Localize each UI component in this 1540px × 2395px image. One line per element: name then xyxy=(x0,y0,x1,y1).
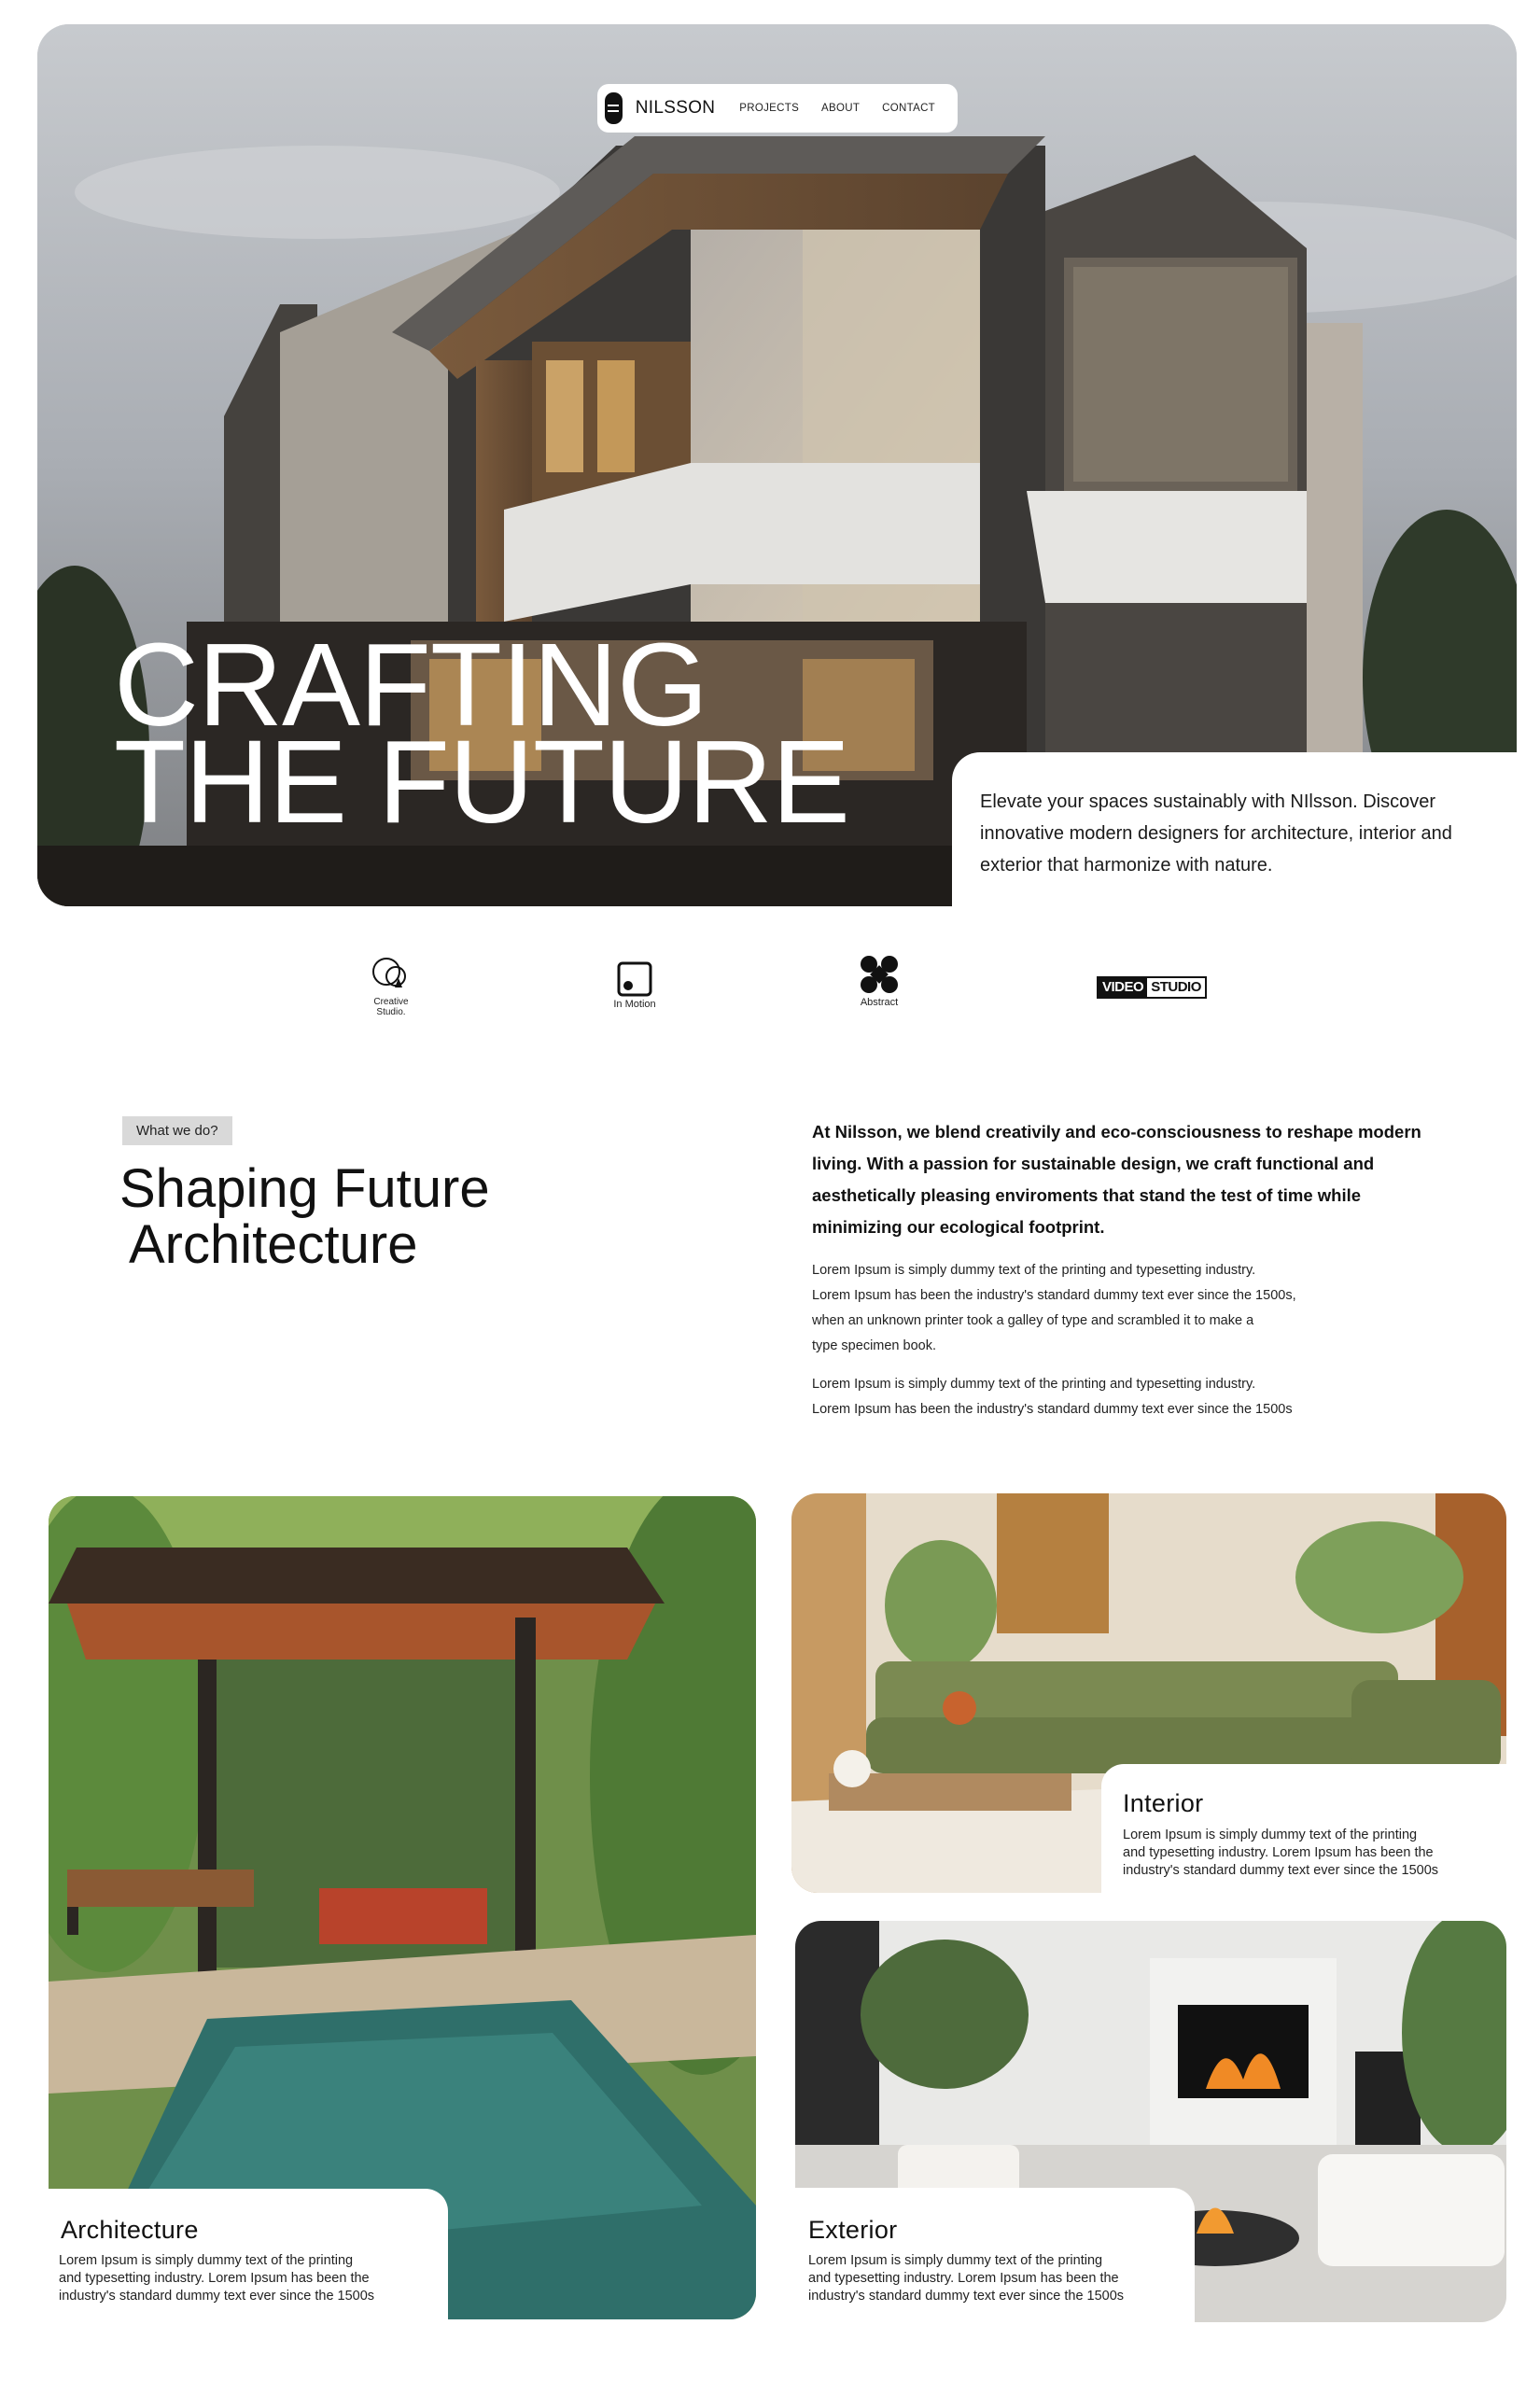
about-intro: At Nilsson, we blend creativily and eco-… xyxy=(812,1122,1421,1237)
partner-label: Studio. xyxy=(376,1007,406,1017)
text-line: Lorem Ipsum has been the industry's stan… xyxy=(812,1402,1293,1417)
partner-video-studio: VIDEO STUDIO xyxy=(1097,976,1207,999)
heading-line-2: Architecture xyxy=(129,1214,418,1275)
text-line: and typesetting industry. Lorem Ipsum ha… xyxy=(808,2271,1119,2286)
interior-title[interactable]: Interior xyxy=(1123,1789,1203,1818)
about-paragraph-2: Lorem Ipsum is simply dummy text of the … xyxy=(812,1372,1409,1422)
architecture-title[interactable]: Architecture xyxy=(61,2216,199,2245)
nav-link-projects[interactable]: PROJECTS xyxy=(739,103,799,114)
section-heading: Shaping Future Architecture xyxy=(119,1161,490,1273)
studio-logo-part: STUDIO xyxy=(1151,979,1201,995)
text-line: Lorem Ipsum has been the industry's stan… xyxy=(812,1288,1296,1303)
exterior-title[interactable]: Exterior xyxy=(808,2216,897,2245)
menu-logo-icon[interactable] xyxy=(605,92,623,124)
text-line: and typesetting industry. Lorem Ipsum ha… xyxy=(1123,1845,1434,1860)
heading-line-1: Shaping Future xyxy=(119,1158,490,1219)
hero-title: CRAFTING THE FUTURE xyxy=(114,626,850,847)
about-paragraph-1: Lorem Ipsum is simply dummy text of the … xyxy=(812,1258,1409,1359)
text-line: Lorem Ipsum is simply dummy text of the … xyxy=(808,2253,1103,2268)
hero-description: Elevate your spaces sustainably with NIl… xyxy=(980,791,1452,875)
hero-title-line-2: THE FUTURE xyxy=(114,716,850,847)
brand-name[interactable]: NILSSON xyxy=(636,98,716,119)
partner-in-motion: In Motion xyxy=(605,961,665,1010)
text-line: when an unknown printer took a galley of… xyxy=(812,1313,1254,1328)
text-line: industry's standard dummy text ever sinc… xyxy=(808,2289,1125,2304)
video-logo-part: VIDEO xyxy=(1099,978,1148,997)
nav-link-about[interactable]: ABOUT xyxy=(821,103,860,114)
interior-text: Lorem Ipsum is simply dummy text of the … xyxy=(1123,1827,1496,1880)
text-line: Lorem Ipsum is simply dummy text of the … xyxy=(812,1263,1256,1278)
section-tag: What we do? xyxy=(122,1116,232,1145)
in-motion-logo-icon xyxy=(617,961,652,997)
text-line: and typesetting industry. Lorem Ipsum ha… xyxy=(59,2271,370,2286)
nav-link-contact[interactable]: CONTACT xyxy=(882,103,935,114)
architecture-text: Lorem Ipsum is simply dummy text of the … xyxy=(59,2252,432,2305)
text-line: Lorem Ipsum is simply dummy text of the … xyxy=(1123,1828,1418,1842)
hero-section: NILSSON PROJECTS ABOUT CONTACT CRAFTING … xyxy=(37,24,1517,906)
top-navigation-bar: NILSSON PROJECTS ABOUT CONTACT xyxy=(597,84,958,133)
text-line: industry's standard dummy text ever sinc… xyxy=(59,2289,375,2304)
partner-creative-studio: Creative Studio. xyxy=(366,956,416,1017)
partner-label: In Motion xyxy=(613,999,656,1010)
text-line: Lorem Ipsum is simply dummy text of the … xyxy=(59,2253,354,2268)
partner-abstract: Abstract xyxy=(849,954,909,1008)
exterior-text: Lorem Ipsum is simply dummy text of the … xyxy=(808,2252,1182,2305)
creative-studio-logo-icon xyxy=(372,958,406,987)
abstract-logo-icon xyxy=(861,956,898,993)
partner-label: Creative xyxy=(373,997,409,1007)
partner-label: Abstract xyxy=(860,997,899,1008)
text-line: type specimen book. xyxy=(812,1338,936,1353)
text-line: Lorem Ipsum is simply dummy text of the … xyxy=(812,1377,1256,1392)
text-line: industry's standard dummy text ever sinc… xyxy=(1123,1863,1439,1878)
